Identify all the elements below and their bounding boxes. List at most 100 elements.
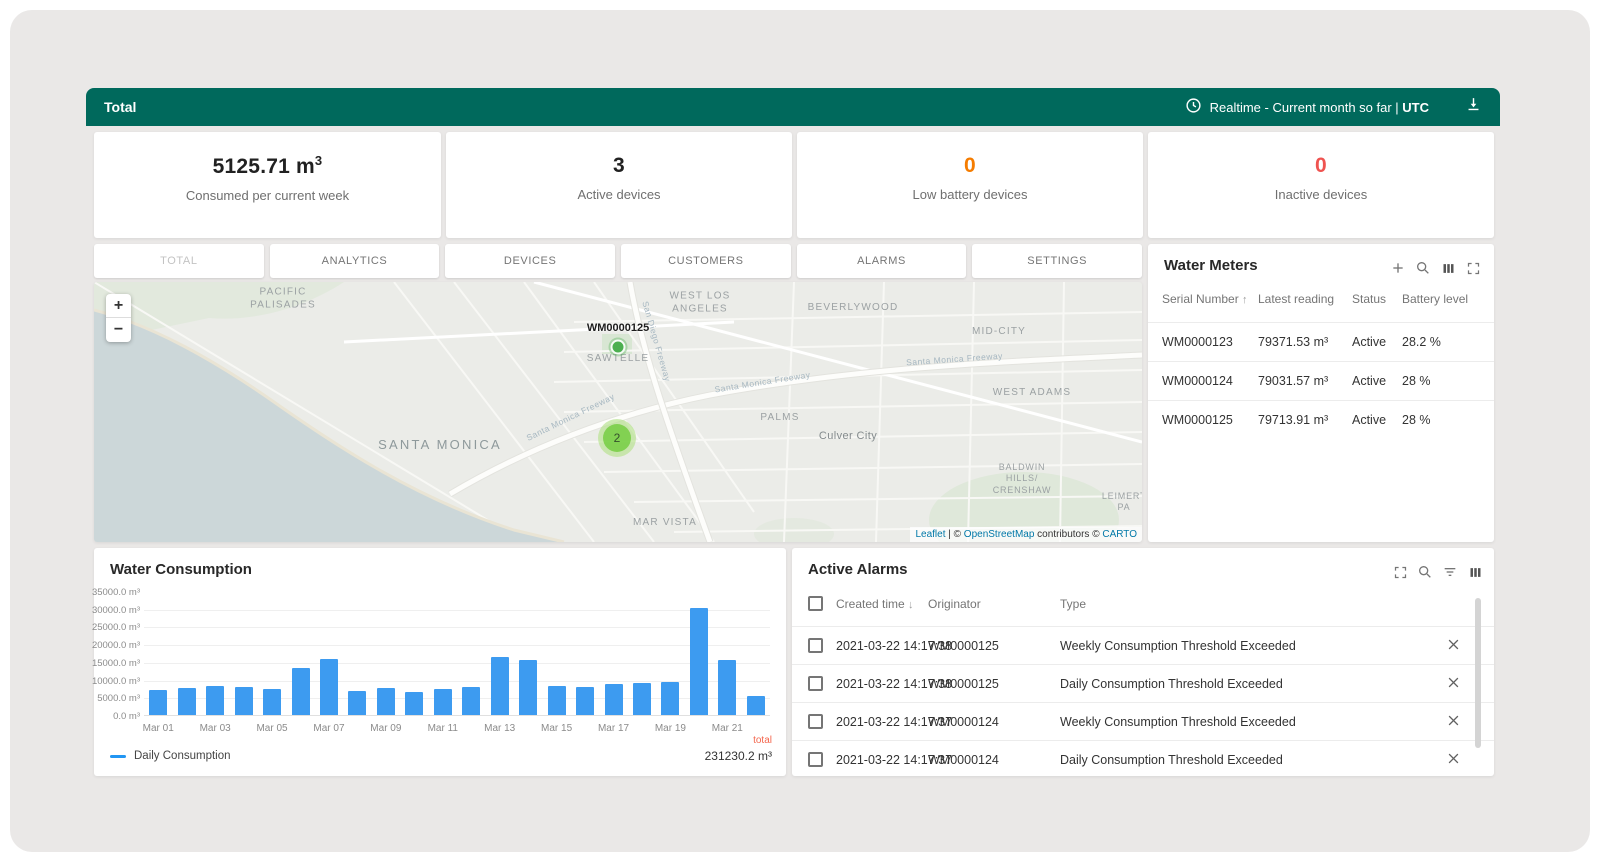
y-axis-tick: 0.0 m³ xyxy=(113,711,140,722)
alarm-type: Weekly Consumption Threshold Exceeded xyxy=(1060,639,1296,653)
clear-alarm-icon[interactable] xyxy=(1446,751,1461,771)
legend-daily-consumption[interactable]: Daily Consumption xyxy=(110,750,231,762)
meter-battery: 28 % xyxy=(1402,413,1431,427)
consumption-bar xyxy=(605,684,623,715)
meter-row[interactable]: WM0000124 79031.57 m³ Active 28 % xyxy=(1148,361,1494,400)
meter-serial: WM0000123 xyxy=(1162,335,1233,349)
water-consumption-title: Water Consumption xyxy=(110,561,252,578)
map-tiles xyxy=(94,282,1142,542)
total-value: 231230.2 m³ xyxy=(705,749,772,763)
x-axis-tick: Mar 15 xyxy=(541,723,572,734)
download-icon xyxy=(1465,96,1482,118)
add-entity-button[interactable] xyxy=(1389,259,1407,277)
consumption-bar xyxy=(149,690,167,715)
tab-analytics[interactable]: ANALYTICS xyxy=(270,244,440,278)
y-axis-tick: 25000.0 m³ xyxy=(92,622,140,633)
alarms-scrollbar[interactable] xyxy=(1475,598,1481,748)
x-axis-tick: Mar 13 xyxy=(484,723,515,734)
filter-icon[interactable] xyxy=(1441,563,1459,581)
tab-alarms[interactable]: ALARMS xyxy=(797,244,967,278)
meter-status: Active xyxy=(1352,413,1386,427)
map-zoom-control: + − xyxy=(106,294,131,342)
col-battery-level[interactable]: Battery level xyxy=(1402,292,1468,306)
alarm-row[interactable]: 2021-03-22 14:17:38 WM0000125 Daily Cons… xyxy=(792,664,1494,702)
consumption-bar xyxy=(292,668,310,715)
stat-card-consumed: 5125.71 m3 Consumed per current week xyxy=(94,132,441,238)
clear-alarm-icon[interactable] xyxy=(1446,637,1461,657)
y-axis-tick: 15000.0 m³ xyxy=(92,658,140,669)
fullscreen-icon[interactable] xyxy=(1464,259,1482,277)
map-place-label: Culver City xyxy=(819,430,877,444)
search-icon[interactable] xyxy=(1416,563,1434,581)
meter-row[interactable]: WM0000123 79371.53 m³ Active 28.2 % xyxy=(1148,322,1494,361)
devices-map[interactable]: PACIFIC PALISADES WEST LOS ANGELES BEVER… xyxy=(94,282,1142,542)
zoom-out-button[interactable]: − xyxy=(106,318,131,342)
search-icon[interactable] xyxy=(1414,259,1432,277)
consumption-bar xyxy=(377,688,395,715)
leaflet-link[interactable]: Leaflet xyxy=(915,529,945,540)
col-status[interactable]: Status xyxy=(1352,292,1386,306)
clock-icon xyxy=(1185,97,1202,117)
alarm-checkbox[interactable] xyxy=(808,638,823,653)
map-place-label: WEST ADAMS xyxy=(993,387,1072,400)
x-axis-tick: Mar 05 xyxy=(256,723,287,734)
timewindow-button[interactable]: Realtime - Current month so far | UTC xyxy=(1185,97,1429,117)
low-battery-label: Low battery devices xyxy=(913,187,1028,202)
meter-status: Active xyxy=(1352,335,1386,349)
osm-link[interactable]: OpenStreetMap xyxy=(964,529,1035,540)
columns-icon[interactable] xyxy=(1466,563,1484,581)
tab-settings[interactable]: SETTINGS xyxy=(972,244,1142,278)
alarm-row[interactable]: 2021-03-22 14:17:37 WM0000124 Daily Cons… xyxy=(792,740,1494,776)
meter-row[interactable]: WM0000125 79713.91 m³ Active 28 % xyxy=(1148,400,1494,440)
legend-dash xyxy=(110,755,126,758)
alarm-type: Daily Consumption Threshold Exceeded xyxy=(1060,753,1283,767)
carto-link[interactable]: CARTO xyxy=(1102,529,1137,540)
consumption-bar xyxy=(519,660,537,715)
select-all-checkbox[interactable] xyxy=(808,596,823,611)
col-serial-number[interactable]: Serial Number ↑ xyxy=(1162,292,1248,306)
columns-icon[interactable] xyxy=(1439,259,1457,277)
map-place-label: SANTA MONICA xyxy=(378,437,502,453)
y-axis-tick: 30000.0 m³ xyxy=(92,605,140,616)
tab-customers[interactable]: CUSTOMERS xyxy=(621,244,791,278)
tab-total[interactable]: TOTAL xyxy=(94,244,264,278)
meter-serial: WM0000124 xyxy=(1162,374,1233,388)
col-created-time[interactable]: Created time ↓ xyxy=(836,597,914,611)
meter-serial: WM0000125 xyxy=(1162,413,1233,427)
alarm-row[interactable]: 2021-03-22 14:17:38 WM0000125 Weekly Con… xyxy=(792,626,1494,664)
consumption-bar xyxy=(661,682,679,715)
consumption-bar xyxy=(434,689,452,715)
inactive-devices-value: 0 xyxy=(1315,154,1327,178)
map-place-label: LEIMERT PA xyxy=(1102,491,1142,514)
meter-reading: 79371.53 m³ xyxy=(1258,335,1328,349)
tab-devices[interactable]: DEVICES xyxy=(445,244,615,278)
alarm-type: Weekly Consumption Threshold Exceeded xyxy=(1060,715,1296,729)
clear-alarm-icon[interactable] xyxy=(1446,713,1461,733)
col-latest-reading[interactable]: Latest reading xyxy=(1258,292,1334,306)
meter-reading: 79713.91 m³ xyxy=(1258,413,1328,427)
map-place-label: MAR VISTA xyxy=(633,517,697,530)
water-consumption-panel: Water Consumption 35000.0 m³30000.0 m³25… xyxy=(94,548,786,776)
alarm-checkbox[interactable] xyxy=(808,676,823,691)
timewindow-timezone: UTC xyxy=(1402,100,1429,115)
alarm-checkbox[interactable] xyxy=(808,714,823,729)
col-type[interactable]: Type xyxy=(1060,597,1086,611)
x-axis-tick: Mar 07 xyxy=(313,723,344,734)
marker-cluster[interactable]: 2 xyxy=(598,419,636,457)
col-originator[interactable]: Originator xyxy=(928,597,981,611)
device-marker[interactable] xyxy=(611,340,626,355)
dashboard-titlebar: Total Realtime - Current month so far | … xyxy=(86,88,1500,126)
consumption-bar xyxy=(747,696,765,715)
active-devices-label: Active devices xyxy=(577,187,660,202)
alarm-checkbox[interactable] xyxy=(808,752,823,767)
alarm-row[interactable]: 2021-03-22 14:17:37 WM0000124 Weekly Con… xyxy=(792,702,1494,740)
fullscreen-icon[interactable] xyxy=(1391,563,1409,581)
map-place-label: BALDWIN HILLS/ CRENSHAW xyxy=(993,462,1052,496)
consumption-bar xyxy=(718,660,736,715)
zoom-in-button[interactable]: + xyxy=(106,294,131,318)
export-button[interactable] xyxy=(1465,96,1482,118)
consumption-bar xyxy=(633,683,651,715)
clear-alarm-icon[interactable] xyxy=(1446,675,1461,695)
x-axis-tick: Mar 09 xyxy=(370,723,401,734)
consumption-ylabels: 35000.0 m³30000.0 m³25000.0 m³20000.0 m³… xyxy=(98,592,140,716)
